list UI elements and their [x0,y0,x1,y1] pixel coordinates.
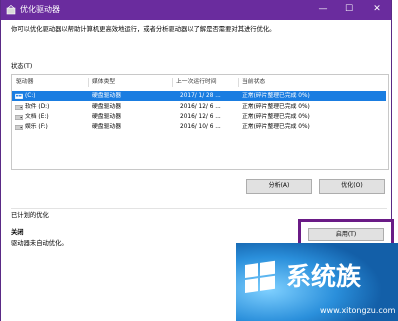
schedule-detail: 驱动器未自动优化。 [11,240,68,247]
drive-status: 正常(碎片整理已完成 0%) [242,104,310,110]
column-header-media-type[interactable]: 媒体类型 [92,78,115,87]
close-button[interactable]: ✕ [369,2,385,16]
window-title: 优化驱动器 [20,5,60,14]
drive-row-e[interactable]: 文档 (E:) 硬盘驱动器 2016/ 12/ 6 ... 正常(碎片整理已完成… [12,112,386,122]
defrag-app-icon [6,5,16,15]
drive-row-f[interactable]: 娱乐 (F:) 硬盘驱动器 2016/ 10/ 6 ... 正常(碎片整理已完成… [12,122,386,132]
analyze-button[interactable]: 分析(A) [246,179,312,194]
drive-name: 文档 (E:) [25,114,49,120]
enable-button[interactable]: 启用(T) [308,228,384,241]
hard-drive-icon [15,115,23,120]
drive-last-run: 2016/ 12/ 6 ... [180,114,221,120]
drive-status: 正常(碎片整理已完成 0%) [242,93,310,99]
screenshot-stage: 优化驱动器 — ☐ ✕ 你可以优化驱动器以帮助计算机更高效地运行，或者分析驱动器… [0,0,398,321]
hard-drive-icon [15,105,23,110]
drive-row-c[interactable]: (C:) 硬盘驱动器 2017/ 1/ 28 ... 正常(碎片整理已完成 0%… [12,91,386,101]
section-divider [11,208,387,209]
drive-last-run: 2017/ 1/ 28 ... [180,93,221,99]
column-header-drive[interactable]: 驱动器 [16,78,33,87]
hard-drive-icon [15,125,23,130]
column-divider[interactable] [238,78,239,87]
drive-last-run: 2016/ 12/ 6 ... [180,104,221,110]
drive-name: (C:) [25,93,36,99]
column-header-last-run[interactable]: 上一次运行时间 [176,78,217,87]
optimize-button[interactable]: 优化(O) [319,179,385,194]
site-watermark: 系统族 www.xitongzu.com [236,243,398,321]
drive-media-type: 硬盘驱动器 [92,104,121,110]
status-label: 状态(T) [11,63,33,70]
drive-list[interactable]: 驱动器 媒体类型 上一次运行时间 当前状态 (C:) 硬盘驱动器 2017/ 1… [11,74,389,170]
column-divider[interactable] [88,78,89,87]
column-divider[interactable] [172,78,173,87]
drive-media-type: 硬盘驱动器 [92,114,121,120]
column-header-status[interactable]: 当前状态 [242,78,265,87]
drive-media-type: 硬盘驱动器 [92,93,121,99]
drive-media-type: 硬盘驱动器 [92,124,121,130]
list-header: 驱动器 媒体类型 上一次运行时间 当前状态 [12,78,388,88]
drive-name: 软件 (D:) [25,104,50,110]
drive-row-d[interactable]: 软件 (D:) 硬盘驱动器 2016/ 12/ 6 ... 正常(碎片整理已完成… [12,102,386,112]
description-text: 你可以优化驱动器以帮助计算机更高效地运行，或者分析驱动器以了解是否需要对其进行优… [11,26,276,33]
drive-name: 娱乐 (F:) [25,124,48,130]
watermark-graphic: 系统族 www.xitongzu.com [236,243,398,321]
schedule-state: 关闭 [11,229,24,236]
maximize-button[interactable]: ☐ [341,2,357,16]
title-bar[interactable]: 优化驱动器 — ☐ ✕ [1,0,391,20]
scheduled-optimization-label: 已计划的优化 [11,212,49,219]
minimize-button[interactable]: — [315,2,331,16]
drive-status: 正常(碎片整理已完成 0%) [242,114,310,120]
drive-last-run: 2016/ 10/ 6 ... [180,124,221,130]
watermark-brand: 系统族 [286,262,362,291]
watermark-url: www.xitongzu.com [320,306,396,315]
drive-status: 正常(碎片整理已完成 0%) [242,124,310,130]
system-drive-icon [15,93,23,99]
